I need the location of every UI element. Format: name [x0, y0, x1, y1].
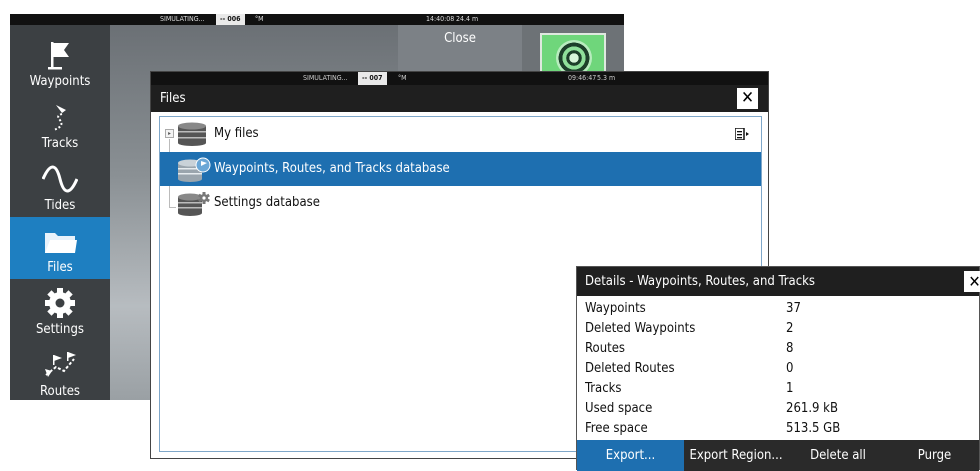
clock: 14:40:08 — [426, 15, 455, 23]
gps-indicator: -- 006 — [216, 14, 245, 25]
database-flag-icon — [178, 157, 211, 182]
flag-icon — [48, 42, 69, 70]
close-button[interactable]: Close — [398, 25, 522, 73]
sidebar-label: Tracks — [41, 136, 79, 151]
sidebar-label: Routes — [40, 384, 80, 399]
expand-icon[interactable]: ▸ — [165, 129, 174, 138]
details-panel: Details - Waypoints, Routes, and Tracks … — [576, 266, 980, 471]
status-bar: SIMULATING... -- 007 °M 09:46:47 5.3 m — [151, 72, 768, 85]
list-item-my-files[interactable]: ▸ My files — [160, 117, 761, 151]
sidebar-item-settings[interactable]: Settings — [10, 279, 110, 341]
heading-unit: °M — [255, 15, 264, 23]
routes-icon — [45, 352, 76, 377]
simulating-label: SIMULATING... — [160, 15, 205, 23]
sidebar: Waypoints Tracks Tides Files Settings Ro… — [10, 25, 110, 400]
gear-icon — [45, 288, 75, 318]
detail-row: Waypoints 37 — [585, 299, 975, 319]
sidebar-label: Tides — [44, 198, 76, 213]
list-item-waypoints-database[interactable]: Waypoints, Routes, and Tracks database — [160, 152, 761, 186]
dialog-title: Files — [151, 85, 768, 112]
status-bar: SIMULATING... -- 006 °M 14:40:08 24.4 m — [10, 14, 624, 25]
list-item-settings-database[interactable]: Settings database — [160, 186, 761, 220]
sidebar-item-routes[interactable]: Routes — [10, 341, 110, 400]
gps-indicator: -- 007 — [358, 72, 387, 85]
delete-all-button[interactable]: Delete all — [788, 440, 888, 471]
detail-value: 2 — [786, 321, 794, 336]
tracks-icon — [53, 105, 66, 131]
sidebar-item-tides[interactable]: Tides — [10, 155, 110, 217]
detail-key: Deleted Waypoints — [585, 321, 696, 336]
detail-row: Deleted Routes 0 — [585, 359, 975, 379]
detail-key: Deleted Routes — [585, 361, 675, 376]
sidebar-label: Waypoints — [29, 74, 91, 89]
detail-row: Tracks 1 — [585, 379, 975, 399]
sidebar-label: Settings — [36, 322, 84, 337]
detail-value: 261.9 kB — [786, 401, 838, 416]
list-item-label: My files — [214, 126, 259, 141]
tides-icon — [42, 165, 78, 193]
detail-key: Routes — [585, 341, 625, 356]
database-icon — [178, 122, 206, 146]
detail-value: 8 — [786, 341, 794, 356]
database-gear-icon — [178, 192, 210, 216]
detail-row: Deleted Waypoints 2 — [585, 319, 975, 339]
detail-row: Free space 513.5 GB — [585, 419, 975, 439]
export-button[interactable]: Export... — [577, 440, 684, 471]
detail-key: Free space — [585, 421, 648, 436]
detail-key: Tracks — [585, 381, 622, 396]
sidebar-item-tracks[interactable]: Tracks — [10, 93, 110, 155]
export-region-button[interactable]: Export Region... — [684, 440, 788, 471]
detail-value: 513.5 GB — [786, 421, 841, 436]
heading-unit: °M — [398, 74, 407, 82]
detail-key: Waypoints — [585, 301, 646, 316]
depth: 5.3 m — [597, 74, 616, 82]
clock: 09:46:47 — [568, 74, 597, 82]
sidebar-label: Files — [47, 260, 73, 275]
detail-row: Routes 8 — [585, 339, 975, 359]
list-item-label: Waypoints, Routes, and Tracks database — [214, 161, 450, 176]
depth: 24.4 m — [456, 15, 479, 23]
details-title: Details - Waypoints, Routes, and Tracks — [577, 267, 979, 296]
detail-value: 37 — [786, 301, 801, 316]
context-menu-icon[interactable] — [735, 128, 749, 140]
close-button[interactable]: ✕ — [964, 271, 980, 292]
close-button[interactable]: ✕ — [737, 88, 758, 109]
detail-value: 0 — [786, 361, 794, 376]
action-bar: Export... Export Region... Delete all Pu… — [577, 440, 979, 471]
folder-icon — [45, 233, 77, 253]
simulating-label: SIMULATING... — [303, 74, 348, 82]
purge-button[interactable]: Purge — [888, 440, 980, 471]
detail-value: 1 — [786, 381, 794, 396]
sidebar-item-files[interactable]: Files — [10, 217, 110, 279]
detail-row: Used space 261.9 kB — [585, 399, 975, 419]
list-item-label: Settings database — [214, 195, 320, 210]
sidebar-item-waypoints[interactable]: Waypoints — [10, 31, 110, 93]
detail-key: Used space — [585, 401, 653, 416]
